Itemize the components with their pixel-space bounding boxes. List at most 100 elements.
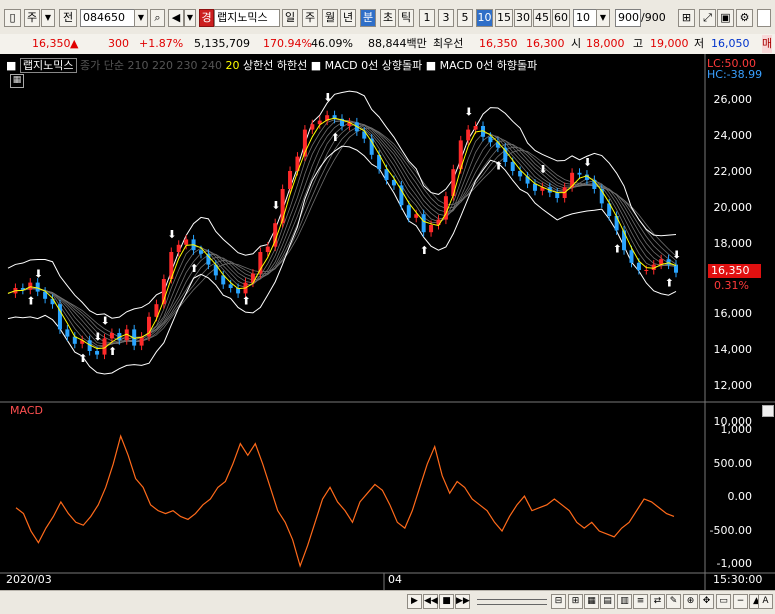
interval-button-45[interactable]: 45	[533, 9, 551, 27]
search-icon[interactable]: ⌕	[150, 9, 165, 27]
compare-icon[interactable]: ⇄	[650, 594, 665, 609]
candle-body	[466, 129, 471, 141]
price-tick: 16,000	[713, 307, 753, 320]
candle-body	[614, 216, 619, 231]
candle-body	[644, 270, 649, 271]
candle-body	[65, 329, 70, 337]
candle-body	[109, 333, 114, 339]
up-arrow-icon: ▲	[70, 37, 79, 50]
candle-body	[206, 253, 211, 265]
candle-body	[406, 205, 411, 218]
period-week-button[interactable]: 주	[302, 9, 318, 27]
interval-button-30[interactable]: 30	[514, 9, 532, 27]
period-tick-button[interactable]: 틱	[398, 9, 414, 27]
layout-icon[interactable]: ▤	[600, 594, 615, 609]
ma-ribbon-line	[7, 119, 677, 348]
macd-panel-handle[interactable]	[762, 405, 774, 417]
sell-arrow-icon: ⬇	[583, 156, 592, 169]
edit-icon[interactable]: ✎	[666, 594, 681, 609]
ref-button[interactable]: 전	[59, 9, 77, 27]
buy-arrow-icon: ⬆	[78, 352, 87, 365]
chevron-down-icon[interactable]: ▼	[41, 9, 55, 27]
x-label-mid: 04	[388, 573, 402, 586]
sell-arrow-icon: ⬇	[271, 199, 280, 212]
zoom-in-icon[interactable]: ⊞	[568, 594, 583, 609]
low-value: 16,050	[711, 37, 750, 50]
legend-stock-name[interactable]: 랩지노믹스	[19, 58, 77, 73]
legend-macd-down: MACD 0선 하향돌파	[439, 59, 538, 72]
chart-icon[interactable]: ▥	[617, 594, 632, 609]
count-input[interactable]: 10	[573, 9, 597, 27]
last-price-percent: 0.31%	[714, 279, 749, 292]
chart-area[interactable]: ⬆ ⬆ ⬆ ⬆ ⬆ ⬆ ⬆ ⬆ ⬆ ⬆ ⬇ ⬇ ⬇ ⬇ ⬇ ⬇ ⬇ ⬇ ⬇ ⬇ ■ 랩지노믹스 종가 단순 210 2…	[0, 54, 775, 590]
bars-total-label: /900	[641, 11, 666, 24]
legend-band-lower: 하한선	[276, 59, 308, 72]
count-dropdown-icon[interactable]: ▼	[596, 9, 610, 27]
text-size-icon[interactable]: A	[758, 594, 773, 609]
ruler-icon[interactable]: ≡	[633, 594, 648, 609]
interval-button-60[interactable]: 60	[552, 9, 570, 27]
play-icon[interactable]: ▶	[407, 594, 422, 609]
grid-icon[interactable]: ⊞	[678, 9, 695, 27]
buy-arrow-icon: ⬆	[26, 295, 35, 308]
candle-body	[674, 264, 678, 273]
chart-type-icon[interactable]: ▯	[4, 9, 21, 27]
main-toolbar: ▯ 주 ▼ 전 084650 ▼ ⌕ ◀ ▼ 경 랩지노믹스 일 주 월 년 분…	[0, 0, 775, 35]
speaker-icon[interactable]: ◀	[168, 9, 184, 27]
table-icon[interactable]: ▦	[10, 74, 24, 88]
warning-badge: 경	[199, 9, 214, 27]
grid-toggle-icon[interactable]: ▦	[584, 594, 599, 609]
buy-arrow-icon: ⬆	[108, 345, 117, 358]
target-icon[interactable]: ⊕	[683, 594, 698, 609]
code-dropdown-icon[interactable]: ▼	[134, 9, 148, 27]
sell-arrow-icon: ⬇	[323, 91, 332, 104]
candle-body	[139, 336, 144, 346]
legend-band-upper: 상한선	[243, 59, 274, 72]
candle-body	[429, 225, 434, 233]
period-day-button[interactable]: 일	[282, 9, 298, 27]
stop-icon[interactable]: ■	[439, 594, 454, 609]
macd-tick: -1,000	[716, 557, 752, 570]
zoom-out-icon[interactable]: ⊟	[551, 594, 566, 609]
volume-value: 5,135,709	[194, 37, 250, 50]
option-checkbox[interactable]	[757, 9, 771, 27]
indicator-legend: ■ 랩지노믹스 종가 단순 210 220 230 240 20 상한선 하한선…	[6, 57, 537, 73]
candle-body	[629, 250, 634, 263]
move-icon[interactable]: ✥	[699, 594, 714, 609]
open-value: 18,000	[586, 37, 625, 50]
speaker-dropdown-icon[interactable]: ▼	[184, 9, 196, 27]
scroll-slider[interactable]	[477, 599, 547, 605]
period-minute-button[interactable]: 분	[360, 9, 376, 27]
legend-square-icon: ■	[310, 59, 322, 72]
code-input[interactable]: 084650	[80, 9, 135, 27]
interval-button-10[interactable]: 10	[476, 9, 493, 27]
interval-button-15[interactable]: 15	[495, 9, 513, 27]
candle-body	[555, 192, 560, 198]
last-price-marker: 16,350	[708, 264, 761, 278]
high-value: 19,000	[650, 37, 689, 50]
crosshair-icon[interactable]: ⤢	[699, 9, 716, 27]
interval-button-5[interactable]: 5	[457, 9, 473, 27]
screen-icon[interactable]: ▭	[716, 594, 731, 609]
rewind-icon[interactable]: ◀◀	[423, 594, 438, 609]
period-month-button[interactable]: 월	[322, 9, 338, 27]
forward-icon[interactable]: ▶▶	[455, 594, 470, 609]
low-label: 저	[694, 37, 705, 50]
order-tab[interactable]: 매	[762, 35, 773, 53]
band-lower-line	[7, 145, 677, 375]
high-label: 고	[633, 37, 644, 50]
price-tick: 26,000	[713, 93, 753, 106]
minus-icon[interactable]: −	[733, 594, 748, 609]
gear-icon[interactable]: ⚙	[736, 9, 753, 27]
period-year-button[interactable]: 년	[340, 9, 356, 27]
period-second-button[interactable]: 초	[380, 9, 396, 27]
sell-arrow-icon: ⬇	[93, 331, 102, 344]
hc-label: HC:-38.99	[707, 68, 763, 81]
period-select[interactable]: 주	[24, 9, 40, 27]
open-label: 시	[571, 37, 582, 50]
interval-button-3[interactable]: 3	[438, 9, 454, 27]
save-icon[interactable]: ▣	[717, 9, 734, 27]
bars-input[interactable]: 900	[615, 9, 641, 27]
interval-button-1[interactable]: 1	[419, 9, 435, 27]
time-label: 15:30:00	[713, 573, 763, 586]
